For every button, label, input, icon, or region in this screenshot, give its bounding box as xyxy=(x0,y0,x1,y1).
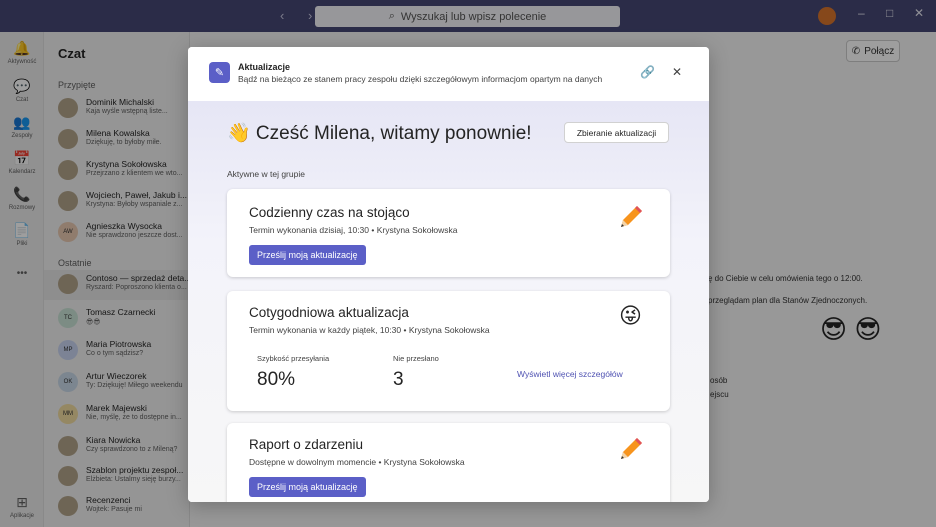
card-subtitle: Termin wykonania dzisiaj, 10:30 • Krysty… xyxy=(249,225,458,235)
view-details-link[interactable]: Wyświetl więcej szczegółów xyxy=(517,369,623,379)
dialog-title: Aktualizacje xyxy=(238,62,291,72)
not-submitted-value: 3 xyxy=(393,369,404,390)
submission-rate-value: 80% xyxy=(257,369,296,390)
pencil-icon xyxy=(621,438,642,459)
dialog-body: 👋 Cześć Milena, witamy ponownie! Zbieran… xyxy=(188,101,709,502)
update-card-weekly: Cotygodniowa aktualizacja Termin wykonan… xyxy=(227,291,670,411)
updates-dialog: ✎ Aktualizacje Bądź na bieżąco ze stanem… xyxy=(188,47,709,502)
card-title: Raport o zdarzeniu xyxy=(249,437,364,452)
card-title: Codzienny czas na stojąco xyxy=(249,205,410,220)
dialog-header: ✎ Aktualizacje Bądź na bieżąco ze stanem… xyxy=(188,47,709,101)
update-card-daily: Codzienny czas na stojąco Termin wykonan… xyxy=(227,189,670,277)
close-icon[interactable]: ✕ xyxy=(672,65,682,79)
submit-update-button[interactable]: Prześlij moją aktualizację xyxy=(249,477,366,497)
smiley-icon: 😜 xyxy=(619,303,642,328)
greeting-heading: 👋 Cześć Milena, witamy ponownie! xyxy=(227,123,532,144)
card-title: Cotygodniowa aktualizacja xyxy=(249,305,409,320)
submission-rate-label: Szybkość przesyłania xyxy=(257,354,330,363)
submit-update-button[interactable]: Prześlij moją aktualizację xyxy=(249,245,366,265)
collect-updates-button[interactable]: Zbieranie aktualizacji xyxy=(564,122,669,143)
update-card-incident: Raport o zdarzeniu Dostępne w dowolnym m… xyxy=(227,423,670,502)
updates-app-icon: ✎ xyxy=(209,62,230,83)
pencil-icon xyxy=(621,206,642,227)
dialog-description: Bądź na bieżąco ze stanem pracy zespołu … xyxy=(238,74,603,84)
not-submitted-label: Nie przesłano xyxy=(393,354,439,363)
link-icon[interactable]: 🔗 xyxy=(640,65,655,79)
card-subtitle: Termin wykonania w każdy piątek, 10:30 •… xyxy=(249,325,490,335)
active-section-label: Aktywne w tej grupie xyxy=(227,169,305,179)
card-subtitle: Dostępne w dowolnym momencie • Krystyna … xyxy=(249,457,465,467)
